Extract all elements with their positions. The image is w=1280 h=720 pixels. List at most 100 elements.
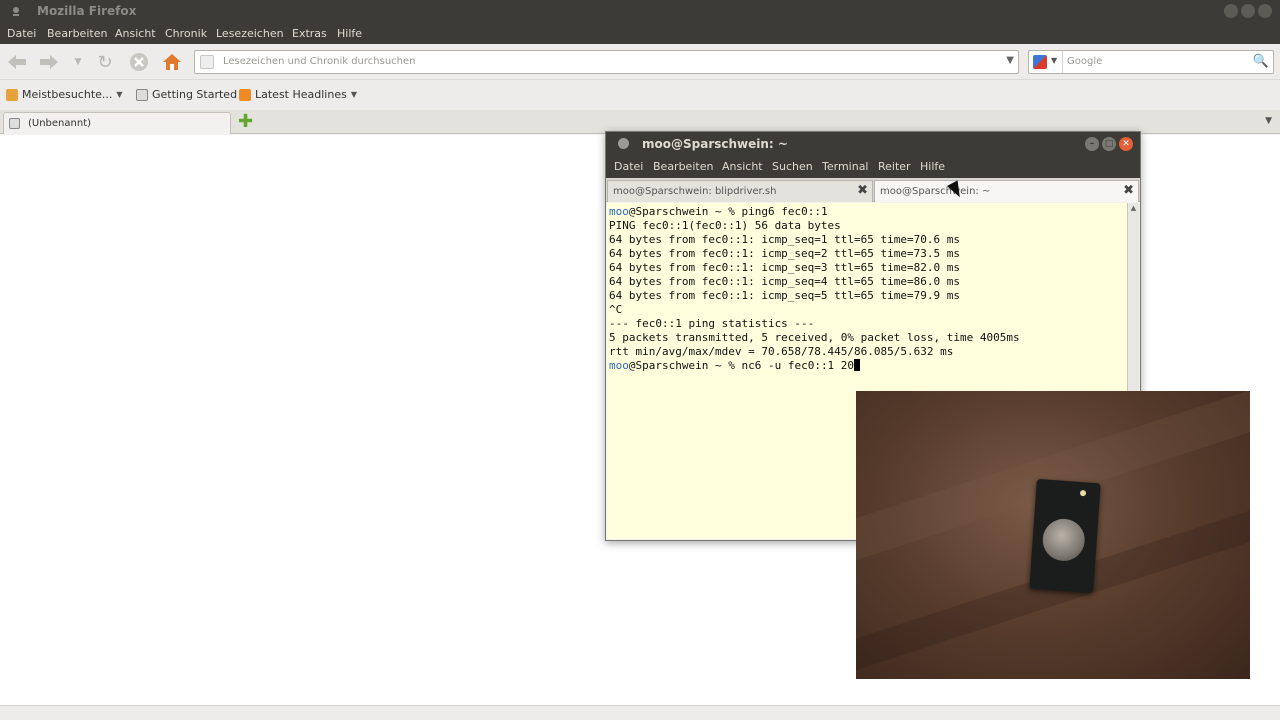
close-icon[interactable]: ✖ (857, 183, 868, 198)
window-menu-icon[interactable] (10, 5, 22, 17)
history-dropdown-button[interactable]: ▼ (67, 51, 89, 73)
terminal-line: moo@Sparschwein ~ % ping6 fec0::1 (609, 205, 828, 218)
site-identity-icon[interactable] (200, 55, 214, 69)
menu-hilfe[interactable]: Hilfe (337, 27, 362, 40)
menu-bearbeiten[interactable]: Bearbeiten (653, 160, 713, 173)
reload-button[interactable]: ↻ (94, 51, 116, 73)
terminal-line: 64 bytes from fec0::1: icmp_seq=2 ttl=65… (609, 247, 960, 260)
stop-icon (130, 53, 148, 71)
stop-button[interactable] (128, 51, 150, 73)
folder-icon (6, 88, 18, 101)
page-icon (9, 118, 20, 129)
minimize-button[interactable]: – (1085, 137, 1099, 151)
chevron-down-icon: ▼ (1051, 56, 1058, 65)
chevron-down-icon: ▼ (116, 90, 123, 99)
firefox-menubar: Datei Bearbeiten Ansicht Chronik Lesezei… (0, 22, 1280, 44)
chevron-down-icon: ▼ (74, 57, 82, 67)
bookmark-most-visited[interactable]: Meistbesuchte... ▼ (6, 88, 123, 101)
arrow-right-icon (40, 55, 58, 69)
scroll-up-icon[interactable]: ▲ (1129, 204, 1138, 213)
terminal-title: moo@Sparschwein: ~ (642, 137, 788, 151)
chevron-down-icon: ▼ (350, 90, 357, 99)
menu-datei[interactable]: Datei (614, 160, 643, 173)
forward-button[interactable] (38, 51, 60, 73)
search-bar[interactable]: ▼ Google 🔍 (1028, 50, 1274, 74)
led-icon (1079, 489, 1087, 497)
terminal-line: 64 bytes from fec0::1: icmp_seq=4 ttl=65… (609, 275, 960, 288)
search-icon[interactable]: 🔍 (1253, 54, 1269, 69)
chevron-down-icon: ▼ (1265, 116, 1272, 126)
tab-list-button[interactable]: ▼ (1265, 116, 1272, 126)
menu-datei[interactable]: Datei (7, 27, 36, 40)
circuit-board-image (1029, 478, 1101, 594)
menu-suchen[interactable]: Suchen (772, 160, 813, 173)
coin-battery-image (1041, 517, 1087, 563)
rss-icon (239, 88, 251, 101)
home-icon (163, 54, 181, 70)
bookmark-label: Getting Started (152, 88, 238, 101)
terminal-line: 64 bytes from fec0::1: icmp_seq=3 ttl=65… (609, 261, 960, 274)
window-title: Mozilla Firefox (37, 4, 137, 18)
terminal-line: 64 bytes from fec0::1: icmp_seq=1 ttl=65… (609, 233, 960, 246)
text-cursor (854, 359, 861, 371)
chevron-down-icon[interactable]: ▼ (1006, 55, 1014, 66)
terminal-line: moo@Sparschwein ~ % nc6 -u fec0::1 20 (609, 359, 861, 372)
google-icon (1033, 55, 1047, 69)
video-overlay (856, 391, 1250, 679)
url-placeholder: Lesezeichen und Chronik durchsuchen (223, 56, 416, 67)
menu-chronik[interactable]: Chronik (165, 27, 207, 40)
tab-unbenannt[interactable]: (Unbenannt) (3, 112, 231, 134)
search-engine-selector[interactable]: ▼ (1029, 51, 1063, 73)
terminal-line: PING fec0::1(fec0::1) 56 data bytes (609, 219, 841, 232)
bookmarks-toolbar: Meistbesuchte... ▼ Getting Started Lates… (0, 80, 1280, 110)
status-bar (0, 705, 1280, 720)
prompt-user: moo (609, 205, 629, 218)
close-window-button[interactable] (1258, 4, 1272, 18)
terminal-line: 64 bytes from fec0::1: icmp_seq=5 ttl=65… (609, 289, 960, 302)
terminal-tab-bar: moo@Sparschwein: blipdriver.sh ✖ moo@Spa… (606, 178, 1140, 202)
home-button[interactable] (161, 51, 183, 73)
tab-label: moo@Sparschwein: blipdriver.sh (613, 186, 777, 197)
bookmark-label: Meistbesuchte... (22, 88, 113, 101)
maximize-button[interactable] (1241, 4, 1255, 18)
terminal-tab-home[interactable]: moo@Sparschwein: ~ ✖ (874, 180, 1139, 202)
menu-ansicht[interactable]: Ansicht (722, 160, 763, 173)
bookmark-getting-started[interactable]: Getting Started (136, 88, 237, 101)
prompt-host: @Sparschwein ~ % (628, 359, 742, 372)
menu-ansicht[interactable]: Ansicht (115, 27, 156, 40)
reload-icon: ↻ (97, 51, 113, 73)
terminal-line: rtt min/avg/max/mdev = 70.658/78.445/86.… (609, 345, 954, 358)
minimize-button[interactable] (1224, 4, 1238, 18)
firefox-titlebar: Mozilla Firefox (0, 0, 1280, 22)
bookmark-label: Latest Headlines (255, 88, 347, 101)
tab-label: moo@Sparschwein: ~ (880, 186, 991, 197)
new-tab-button[interactable]: ✚ (238, 113, 253, 131)
window-menu-icon[interactable] (618, 138, 629, 149)
menu-lesezeichen[interactable]: Lesezeichen (216, 27, 284, 40)
prompt-host: @Sparschwein ~ % (628, 205, 742, 218)
terminal-line: ^C (609, 303, 623, 316)
menu-reiter[interactable]: Reiter (878, 160, 911, 173)
prompt-user: moo (609, 359, 629, 372)
terminal-titlebar: moo@Sparschwein: ~ – □ ✕ (606, 132, 1140, 156)
menu-extras[interactable]: Extras (292, 27, 327, 40)
navigation-toolbar: ▼ ↻ Lesezeichen und Chronik durchsuchen … (0, 44, 1280, 80)
terminal-line: --- fec0::1 ping statistics --- (609, 317, 815, 330)
command-text: nc6 -u fec0::1 20 (741, 359, 855, 372)
maximize-button[interactable]: □ (1102, 137, 1116, 151)
url-bar[interactable]: Lesezeichen und Chronik durchsuchen ▼ (194, 50, 1019, 74)
tab-label: (Unbenannt) (28, 118, 92, 129)
terminal-tab-blipdriver[interactable]: moo@Sparschwein: blipdriver.sh ✖ (607, 180, 873, 202)
close-icon[interactable]: ✖ (1123, 183, 1134, 198)
terminal-line: 5 packets transmitted, 5 received, 0% pa… (609, 331, 1020, 344)
back-button[interactable] (6, 51, 28, 73)
menu-hilfe[interactable]: Hilfe (920, 160, 945, 173)
close-window-button[interactable]: ✕ (1119, 137, 1133, 151)
terminal-menubar: Datei Bearbeiten Ansicht Suchen Terminal… (606, 156, 1140, 178)
plus-icon: ✚ (238, 111, 254, 132)
menu-bearbeiten[interactable]: Bearbeiten (47, 27, 107, 40)
search-placeholder: Google (1067, 56, 1103, 67)
menu-terminal[interactable]: Terminal (822, 160, 869, 173)
page-icon (136, 88, 148, 101)
bookmark-latest-headlines[interactable]: Latest Headlines ▼ (239, 88, 357, 101)
